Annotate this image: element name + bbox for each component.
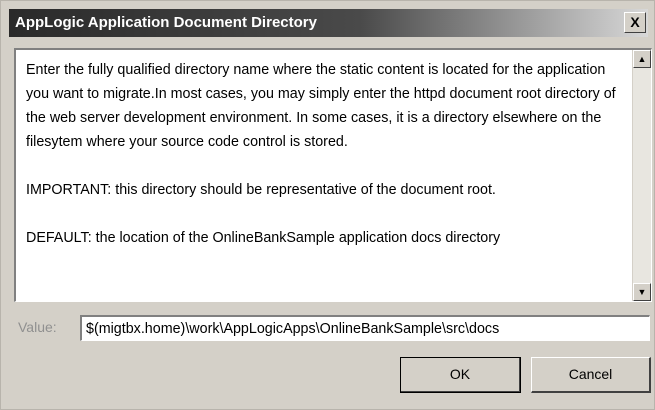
arrow-down-icon: ▼ — [637, 287, 647, 297]
title-bar[interactable]: AppLogic Application Document Directory … — [9, 9, 648, 37]
close-icon: X — [630, 14, 640, 30]
dialog-window: AppLogic Application Document Directory … — [0, 0, 655, 410]
description-text: Enter the fully qualified directory name… — [26, 58, 626, 296]
arrow-up-icon: ▲ — [637, 54, 647, 64]
scroll-down-button[interactable]: ▼ — [633, 283, 651, 301]
value-label: Value: — [18, 319, 57, 335]
description-paragraph-1: Enter the fully qualified directory name… — [26, 62, 616, 150]
cancel-button[interactable]: Cancel — [531, 357, 651, 393]
vertical-scrollbar[interactable]: ▲ ▼ — [632, 50, 651, 301]
value-input[interactable] — [80, 315, 650, 341]
scroll-up-button[interactable]: ▲ — [633, 50, 651, 68]
description-textarea[interactable]: Enter the fully qualified directory name… — [14, 48, 652, 302]
description-paragraph-3: DEFAULT: the location of the OnlineBankS… — [26, 230, 501, 246]
dialog-title: AppLogic Application Document Directory — [15, 14, 317, 31]
close-button[interactable]: X — [624, 12, 646, 33]
description-paragraph-2: IMPORTANT: this directory should be repr… — [26, 182, 496, 198]
ok-button[interactable]: OK — [400, 357, 521, 393]
